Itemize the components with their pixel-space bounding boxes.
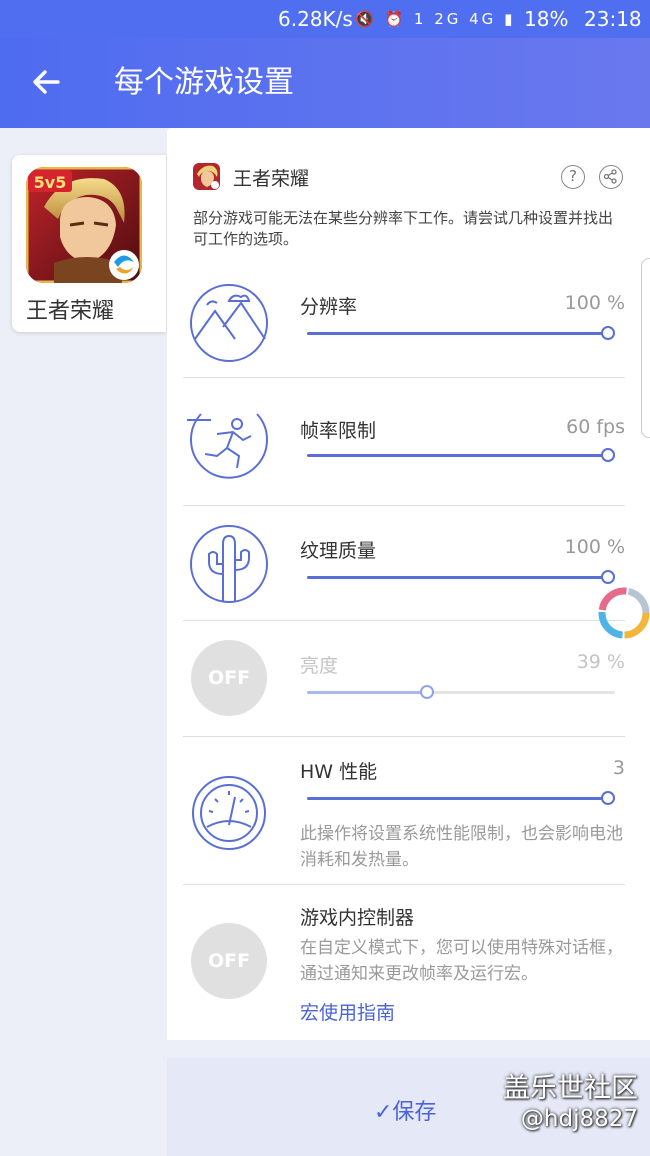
setting-value: 39 %	[576, 651, 625, 673]
slider-fill	[307, 576, 615, 579]
frame-rate-slider[interactable]	[307, 448, 615, 462]
game-title: 王者荣耀	[233, 168, 310, 190]
settings-panel: 王者荣耀 ? 部分游戏可能无法在某些分辨率下工作。请尝试几种设置并找出可工作的选…	[167, 128, 650, 1040]
setting-value: 100 %	[564, 292, 625, 314]
slider-thumb[interactable]	[601, 570, 615, 584]
texture-quality-slider[interactable]	[307, 570, 615, 584]
compatibility-note: 部分游戏可能无法在某些分辨率下工作。请尝试几种设置并找出可工作的选项。	[193, 209, 614, 248]
game-name-label: 王者荣耀	[26, 299, 115, 324]
game-tools-floating-icon[interactable]	[596, 585, 650, 641]
slider-thumb[interactable]	[420, 685, 435, 699]
setting-value: 60 fps	[566, 416, 625, 438]
app-bar: 每个游戏设置	[0, 38, 650, 128]
status-bar: 6.28K/s 🔇 ⏰ 1 2G 4G ▮ 18% 23:18	[0, 0, 650, 38]
page-title: 每个游戏设置	[114, 65, 294, 100]
clock: 23:18	[584, 7, 642, 31]
watermark-forum: 盖乐世社区	[503, 1073, 638, 1104]
save-button[interactable]: ✓保存	[374, 1094, 436, 1126]
battery-level: 18%	[524, 7, 569, 31]
slider-thumb[interactable]	[601, 448, 615, 462]
setting-frame-rate: 帧率限制 60 fps	[183, 378, 625, 506]
setting-resolution: 分辨率 100 %	[183, 268, 625, 378]
macro-guide-link[interactable]: 宏使用指南	[300, 998, 395, 1025]
slider-thumb[interactable]	[601, 326, 615, 340]
slider-fill	[307, 454, 615, 457]
help-icon[interactable]: ?	[561, 165, 585, 189]
setting-value: 100 %	[564, 536, 625, 558]
game-list-item[interactable]: 5v5 王者荣耀	[12, 155, 166, 332]
setting-label: 游戏内控制器	[300, 907, 415, 929]
slider-thumb[interactable]	[601, 791, 615, 805]
resolution-slider[interactable]	[307, 326, 615, 340]
share-icon[interactable]	[599, 165, 623, 189]
setting-description: 在自定义模式下，您可以使用特殊对话框，通过通知来更改帧率及运行宏。	[300, 938, 623, 984]
slider-fill	[307, 691, 428, 694]
game-small-icon	[193, 163, 220, 190]
setting-brightness: OFF 亮度 39 %	[183, 621, 625, 737]
off-label: OFF	[207, 950, 251, 972]
cactus-icon	[187, 522, 271, 606]
setting-label: 亮度	[300, 655, 339, 677]
slider-fill	[307, 332, 615, 335]
arrow-left-icon[interactable]	[26, 62, 66, 102]
game-logo-icon: 5v5	[26, 167, 142, 283]
controller-off-icon[interactable]: OFF	[191, 923, 267, 999]
brightness-slider[interactable]	[307, 685, 615, 699]
setting-hw-performance: HW 性能 3 此操作将设置系统性能限制，也会影响电池消耗和发热量。	[183, 737, 625, 885]
status-icons: 🔇 ⏰ 1 2G 4G ▮	[355, 10, 516, 28]
svg-text:5v5: 5v5	[34, 173, 67, 192]
watermark-user: @hdj8827	[520, 1106, 638, 1132]
setting-game-controller: OFF 游戏内控制器 在自定义模式下，您可以使用特殊对话框，通过通知来更改帧率及…	[183, 885, 625, 1040]
network-speed: 6.28K/s	[278, 7, 353, 31]
setting-label: HW 性能	[300, 761, 378, 783]
landscape-icon	[187, 281, 271, 365]
edge-panel-handle[interactable]	[641, 258, 650, 438]
setting-description: 此操作将设置系统性能限制，也会影响电池消耗和发热量。	[300, 824, 623, 870]
setting-label: 纹理质量	[300, 540, 377, 562]
brightness-off-icon[interactable]: OFF	[191, 640, 267, 716]
speedometer-icon	[187, 771, 271, 855]
setting-texture-quality: 纹理质量 100 %	[183, 506, 625, 621]
setting-value: 3	[612, 757, 625, 779]
slider-fill	[307, 797, 615, 800]
setting-label: 分辨率	[300, 296, 358, 318]
setting-label: 帧率限制	[300, 420, 377, 442]
off-label: OFF	[207, 667, 251, 689]
hw-performance-slider[interactable]	[307, 791, 615, 805]
runner-icon	[183, 400, 271, 484]
